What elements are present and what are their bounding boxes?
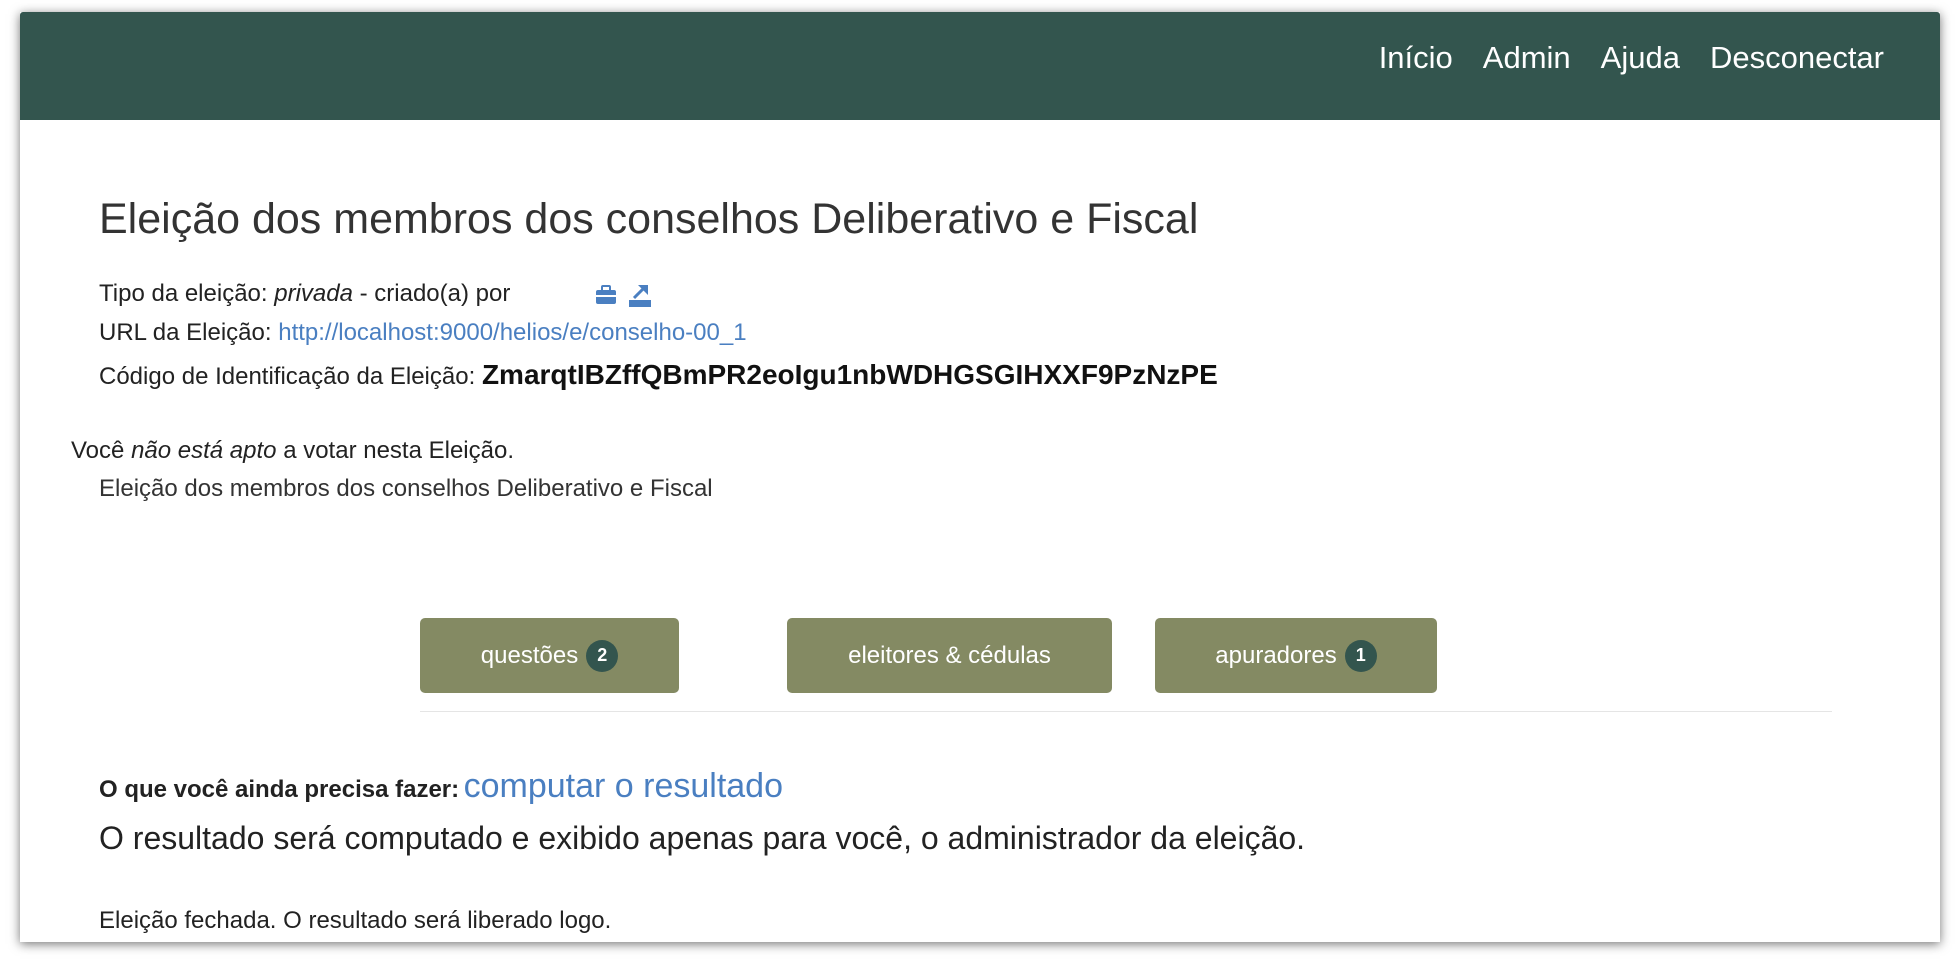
nav-help-link[interactable]: Ajuda xyxy=(1601,40,1680,76)
questions-label: questões xyxy=(480,641,579,669)
todo-label: O que você ainda precisa fazer: xyxy=(99,776,460,803)
nav-home-link[interactable]: Início xyxy=(1379,40,1453,76)
election-url-link[interactable]: http://localhost:9000/helios/e/conselho-… xyxy=(278,319,746,346)
nav-admin-link[interactable]: Admin xyxy=(1483,40,1571,76)
election-url-label: URL da Eleição: xyxy=(99,319,272,346)
election-name-line: Eleição dos membros dos conselhos Delibe… xyxy=(99,475,713,502)
voters-ballots-button[interactable]: eleitores & cédulas xyxy=(787,618,1112,693)
election-type-label: Tipo da eleição: xyxy=(99,280,268,307)
trustees-label: apuradores xyxy=(1215,641,1337,669)
election-type-line: Tipo da eleição: privada - criado(a) por xyxy=(99,280,656,309)
election-code-label: Código de Identificação da Eleição: xyxy=(99,363,476,390)
election-code-value: ZmarqtIBZffQBmPR2eoIgu1nbWDHGSGIHXXF9PzN… xyxy=(481,359,1218,390)
nav-links: Início Admin Ajuda Desconectar xyxy=(1379,40,1884,76)
eligibility-suffix: a votar nesta Eleição. xyxy=(283,437,514,464)
export-icon[interactable] xyxy=(628,282,652,308)
compute-result-link[interactable]: computar o resultado xyxy=(464,767,783,805)
questions-count-badge: 2 xyxy=(586,639,619,672)
eligibility-prefix: Você xyxy=(71,437,125,464)
top-navbar: Início Admin Ajuda Desconectar xyxy=(20,12,1940,120)
todo-line: O que você ainda precisa fazer: computar… xyxy=(99,767,783,806)
election-title: Eleição dos membros dos conselhos Delibe… xyxy=(99,195,1199,243)
election-code-line: Código de Identificação da Eleição: Zmar… xyxy=(99,359,1218,391)
result-note: O resultado será computado e exibido ape… xyxy=(99,820,1306,856)
trustees-button[interactable]: apuradores 1 xyxy=(1155,618,1437,693)
questions-button[interactable]: questões 2 xyxy=(420,618,679,693)
eligibility-notice: Você não está apto a votar nesta Eleição… xyxy=(71,437,514,465)
nav-logout-link[interactable]: Desconectar xyxy=(1710,40,1884,76)
section-divider xyxy=(420,711,1832,712)
voters-ballots-label: eleitores & cédulas xyxy=(848,641,1051,669)
election-closed-status: Eleição fechada. O resultado será libera… xyxy=(99,907,612,934)
creator-icons xyxy=(595,281,656,309)
trustees-count-badge: 1 xyxy=(1344,639,1377,672)
election-url-line: URL da Eleição: http://localhost:9000/he… xyxy=(99,319,747,347)
eligibility-emphasis: não está apto xyxy=(131,437,277,464)
browser-window: Início Admin Ajuda Desconectar Eleição d… xyxy=(20,12,1940,942)
election-type-value: privada xyxy=(274,280,353,307)
created-by-label: - criado(a) por xyxy=(359,280,511,307)
briefcase-icon[interactable] xyxy=(595,285,617,305)
